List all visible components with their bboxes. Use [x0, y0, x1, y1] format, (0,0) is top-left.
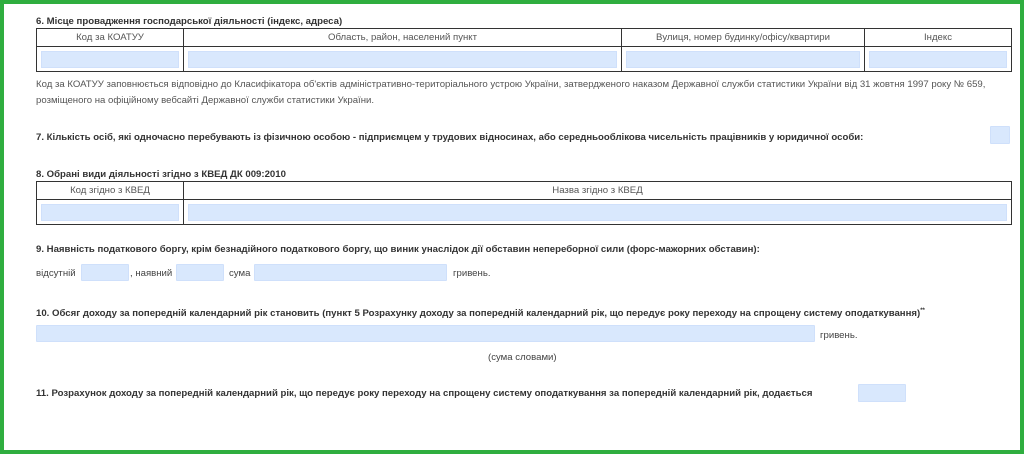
column-header-region: Область, район, населений пункт [183, 28, 622, 47]
table-header-row: Код за КОАТУУ Область, район, населений … [36, 28, 1012, 47]
sum-in-words-label: (сума словами) [488, 352, 557, 363]
table-row [36, 46, 1012, 72]
tax-debt-absent-label: відсутній [36, 268, 76, 279]
tax-debt-absent-input[interactable] [81, 264, 129, 281]
koatuu-code-input[interactable] [41, 50, 179, 68]
section-9-title: 9. Наявність податкового боргу, крім без… [36, 244, 760, 255]
column-header-street: Вулиця, номер будинку/офісу/квартири [621, 28, 865, 47]
section-11-title: 11. Розрахунок доходу за попередній кале… [36, 388, 813, 399]
income-calculation-attached-input[interactable] [858, 384, 906, 402]
region-input[interactable] [188, 50, 617, 68]
column-header-index: Індекс [864, 28, 1012, 47]
section-7-title: 7. Кількість осіб, які одночасно перебув… [36, 132, 864, 143]
employees-count-input[interactable] [990, 126, 1010, 144]
tax-debt-sum-input[interactable] [254, 264, 447, 281]
tax-debt-present-input[interactable] [176, 264, 224, 281]
column-header-kved-code: Код згідно з КВЕД [36, 181, 184, 200]
postal-index-input[interactable] [869, 50, 1007, 68]
section-10-title: 10. Обсяг доходу за попередній календарн… [36, 308, 925, 319]
section-10-title-text: 10. Обсяг доходу за попередній календарн… [36, 308, 921, 320]
kved-code-input[interactable] [41, 203, 179, 221]
section-8-title: 8. Обрані види діяльності згідно з КВЕД … [36, 169, 286, 180]
koatuu-note: Код за КОАТУУ заповнюється відповідно до… [36, 79, 986, 106]
location-table: Код за КОАТУУ Область, район, населений … [36, 28, 1012, 72]
section-6-title: 6. Місце провадження господарської діяль… [36, 16, 343, 27]
kved-table: Код згідно з КВЕД Назва згідно з КВЕД [36, 181, 1012, 225]
kved-name-input[interactable] [188, 203, 1007, 221]
tax-debt-currency-label: гривень. [453, 268, 491, 279]
income-amount-input[interactable] [36, 325, 815, 342]
column-header-koatuu: Код за КОАТУУ [36, 28, 184, 47]
form-frame: 6. Місце провадження господарської діяль… [0, 0, 1024, 454]
street-input[interactable] [626, 50, 860, 68]
tax-debt-present-label: , наявний [130, 268, 173, 279]
tax-debt-sum-label: сума [229, 268, 251, 279]
table-row [36, 199, 1012, 225]
column-header-kved-name: Назва згідно з КВЕД [183, 181, 1012, 200]
footnote-mark: ** [920, 308, 925, 314]
income-currency-label: гривень. [820, 330, 858, 341]
table-header-row: Код згідно з КВЕД Назва згідно з КВЕД [36, 181, 1012, 200]
